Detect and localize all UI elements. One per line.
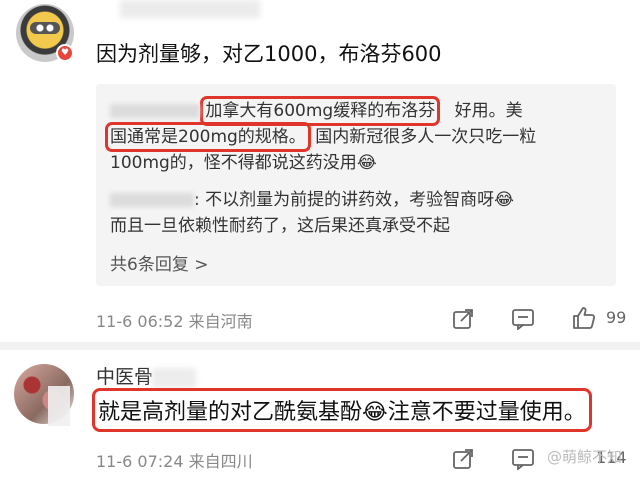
vip-badge-icon: ♥ xyxy=(56,44,74,62)
username[interactable]: 中医骨 xyxy=(96,362,153,389)
reply-text: 国内新冠很多人一次只吃一粒 xyxy=(315,127,537,147)
blurred-reply-name xyxy=(110,193,194,207)
reply-line: 国通常是200mg的规格。 国内新冠很多人一次只吃一粒 xyxy=(105,122,537,152)
comment-text: 就是高剂量的对乙酰氨基酚😂注意不要过量使用。 xyxy=(92,388,592,432)
reply-text: : 不以剂量为前提的讲药效，考验智商呀 xyxy=(194,190,495,210)
comment-text-part: 注意不要过量使用。 xyxy=(387,400,586,425)
comment-1: ♥ 因为剂量够，对乙1000，布洛芬600 加拿大有600mg缓释的布洛芬 好用… xyxy=(0,0,640,340)
comment-text-part: 就是高剂量的对乙酰氨基酚 xyxy=(98,400,363,425)
comment-2: 中医骨 就是高剂量的对乙酰氨基酚😂注意不要过量使用。 11-6 07:24 来自… xyxy=(0,352,640,479)
reply-text: 100mg的，怪不得都说这药没用 xyxy=(110,153,357,173)
laugh-cry-emoji-icon: 😂 xyxy=(362,400,388,425)
avatar-mask xyxy=(48,386,70,426)
divider xyxy=(0,342,640,350)
share-icon[interactable] xyxy=(450,446,476,472)
like-count: 99 xyxy=(606,308,627,327)
reply-line: 加拿大有600mg缓释的布洛芬 好用。美 xyxy=(110,96,523,126)
comment-meta: 11-6 06:52 来自河南 xyxy=(96,312,253,331)
comment-icon[interactable] xyxy=(510,306,536,332)
reply-line: 而且一旦依赖性耐药了，这后果还真承受不起 xyxy=(110,211,450,236)
blurred-reply-name xyxy=(110,104,200,118)
laugh-cry-emoji-icon: 😂 xyxy=(494,190,515,210)
more-replies-link[interactable]: 共6条回复 > xyxy=(110,250,208,275)
reply-line: 100mg的，怪不得都说这药没用😂 xyxy=(110,148,377,173)
reply-box[interactable]: 加拿大有600mg缓释的布洛芬 好用。美 国通常是200mg的规格。 国内新冠很… xyxy=(96,84,616,286)
highlighted-text: 国通常是200mg的规格。 xyxy=(105,122,311,152)
reply-text: 好用。美 xyxy=(454,101,523,121)
comment-text: 因为剂量够，对乙1000，布洛芬600 xyxy=(96,42,442,66)
reply-line: : 不以剂量为前提的讲药效，考验智商呀😂 xyxy=(110,185,514,210)
blurred-username xyxy=(120,0,260,18)
like-icon[interactable] xyxy=(570,304,598,332)
reply-text: 而且一旦依赖性耐药了，这后果还真承受不起 xyxy=(110,216,450,236)
blurred-username xyxy=(152,368,196,388)
comment-icon[interactable] xyxy=(510,446,536,472)
watermark: @萌鲸不知 xyxy=(546,448,622,466)
laugh-cry-emoji-icon: 😂 xyxy=(356,153,377,173)
share-icon[interactable] xyxy=(450,306,476,332)
comment-meta: 11-6 07:24 来自四川 xyxy=(96,452,253,471)
highlighted-text: 加拿大有600mg缓释的布洛芬 xyxy=(200,96,441,126)
